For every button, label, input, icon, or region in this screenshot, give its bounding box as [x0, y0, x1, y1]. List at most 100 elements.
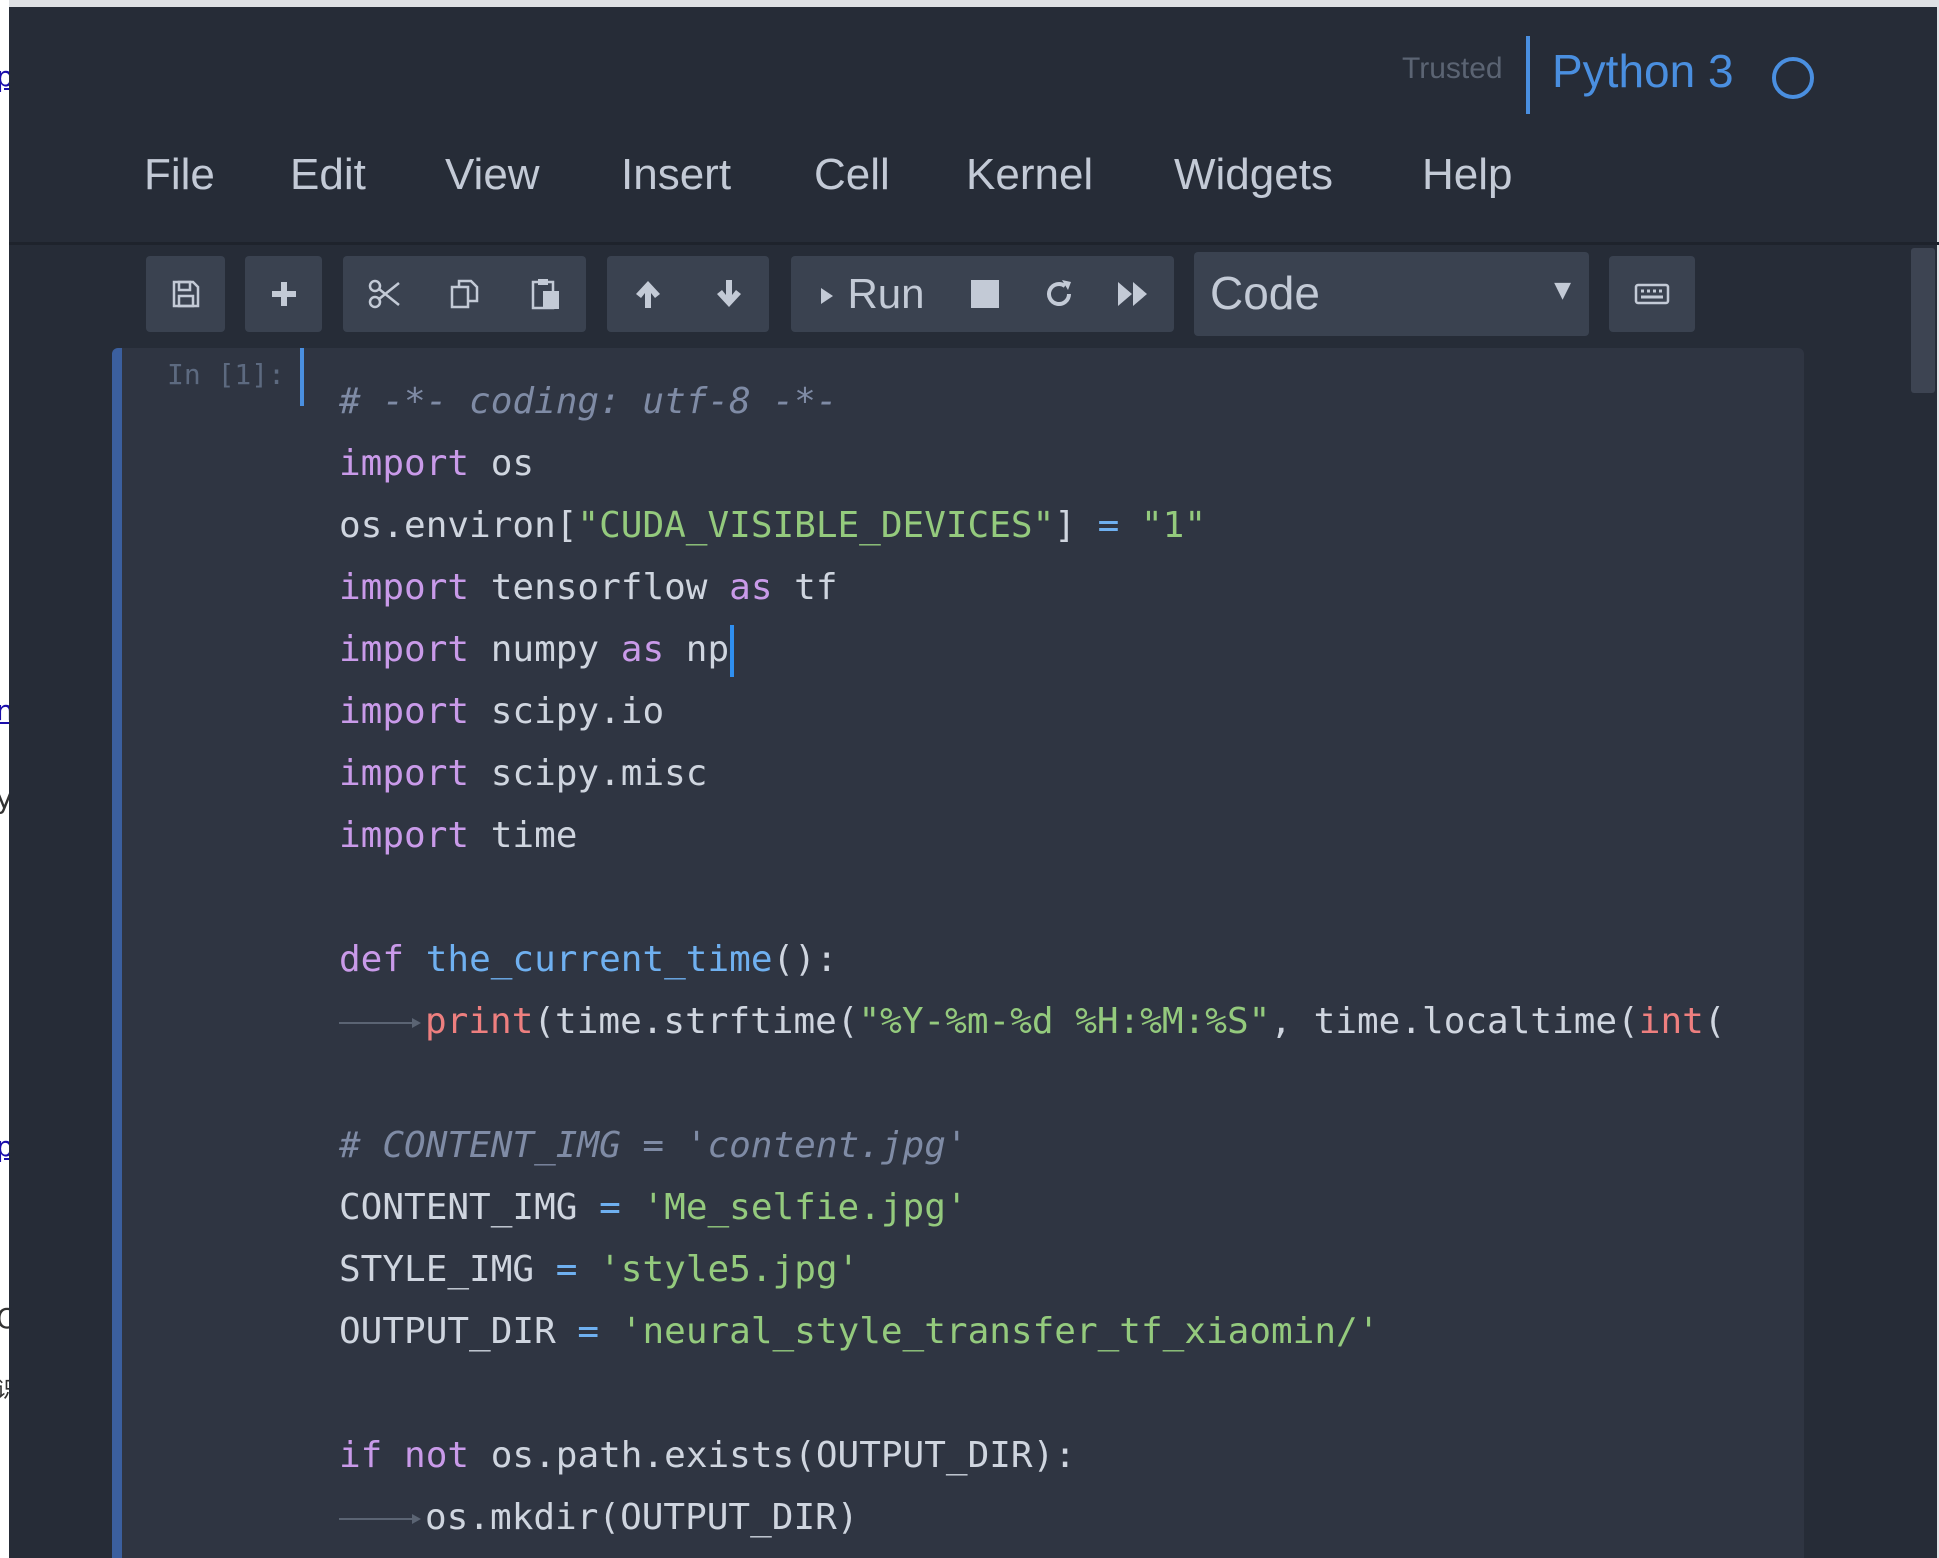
- background-text-fragment: y: [0, 782, 9, 815]
- menu-view[interactable]: View: [445, 150, 540, 200]
- code-text: ():: [772, 939, 838, 980]
- move-up-button[interactable]: [607, 256, 688, 332]
- cell-type-value: Code: [1210, 267, 1320, 319]
- code-keyword: as: [729, 567, 773, 608]
- code-comment: # -*- coding: utf-8 -*-: [339, 381, 838, 422]
- code-line: import time: [339, 805, 1725, 867]
- code-keyword: if: [339, 1435, 383, 1476]
- code-keyword: not: [404, 1435, 470, 1476]
- menu-insert[interactable]: Insert: [621, 150, 731, 200]
- copy-icon: [450, 279, 478, 309]
- code-line: # -*- coding: utf-8 -*-: [339, 371, 1725, 433]
- background-link-fragment[interactable]: p: [0, 1130, 9, 1163]
- menubar-divider: [9, 242, 1939, 245]
- insert-cell-button[interactable]: [245, 256, 322, 332]
- paste-button[interactable]: [505, 256, 586, 332]
- menu-widgets[interactable]: Widgets: [1174, 150, 1333, 200]
- code-string: 'style5.jpg': [599, 1249, 860, 1290]
- code-line: import os: [339, 433, 1725, 495]
- menu-file[interactable]: File: [144, 150, 215, 200]
- restart-run-all-icon: [1118, 282, 1147, 306]
- scrollbar-thumb[interactable]: [1911, 248, 1935, 393]
- code-string: 'neural_style_transfer_tf_xiaomin/': [620, 1311, 1380, 1352]
- menu-edit[interactable]: Edit: [290, 150, 366, 200]
- code-operator: =: [599, 1187, 621, 1228]
- toolbar-group-keyboard: [1609, 256, 1695, 332]
- toolbar-group-run: Run: [791, 256, 1174, 332]
- code-line: print(time.strftime("%Y-%m-%d %H:%M:%S",…: [339, 991, 1725, 1053]
- code-text: , time.localtime(: [1270, 1001, 1639, 1042]
- background-text-fragment: O: [0, 1302, 9, 1335]
- scrollbar-track[interactable]: [1909, 248, 1935, 1558]
- keyboard-icon: [1634, 283, 1670, 305]
- code-keyword: as: [620, 629, 665, 670]
- code-keyword: import: [339, 815, 470, 856]
- code-line: import numpy as np: [339, 619, 1725, 681]
- menu-cell[interactable]: Cell: [814, 150, 890, 200]
- restart-button[interactable]: [1025, 256, 1093, 332]
- code-builtin: int: [1638, 1001, 1704, 1042]
- chevron-down-icon: ▼: [1554, 278, 1571, 303]
- menu-help[interactable]: Help: [1422, 150, 1513, 200]
- code-operator: =: [555, 1249, 578, 1290]
- kernel-divider: [1526, 36, 1530, 114]
- move-down-button[interactable]: [688, 256, 769, 332]
- notebook-window: Trusted Python 3 File Edit View Insert C…: [9, 0, 1939, 1558]
- save-button[interactable]: [146, 256, 225, 332]
- interrupt-icon: [971, 280, 999, 308]
- trusted-indicator[interactable]: Trusted: [1402, 52, 1503, 86]
- code-keyword: import: [339, 629, 470, 670]
- command-palette-button[interactable]: [1609, 256, 1695, 332]
- background-page-strip: p n y p O 识: [0, 0, 9, 1558]
- kernel-idle-circle-icon: [1772, 57, 1814, 99]
- menu-kernel[interactable]: Kernel: [966, 150, 1093, 200]
- run-label: Run: [847, 270, 925, 317]
- code-builtin: print: [425, 1001, 534, 1042]
- code-text: os.path.exists(OUTPUT_DIR):: [469, 1435, 1076, 1476]
- code-editor[interactable]: # -*- coding: utf-8 -*- import os os.env…: [339, 371, 1725, 1549]
- code-operator: =: [1097, 505, 1120, 546]
- background-link-fragment[interactable]: n: [0, 694, 9, 727]
- code-text: ]: [1054, 505, 1098, 546]
- cut-button[interactable]: [343, 256, 424, 332]
- run-icon: [821, 288, 834, 304]
- code-line: os.mkdir(OUTPUT_DIR): [339, 1487, 1725, 1549]
- code-string: "%Y-%m-%d %H:%M:%S": [858, 1001, 1271, 1042]
- interrupt-button[interactable]: [951, 256, 1019, 332]
- code-string: "1": [1140, 505, 1207, 546]
- code-line: CONTENT_IMG = 'Me_selfie.jpg': [339, 1177, 1725, 1239]
- code-text: os: [469, 443, 535, 484]
- restart-run-all-button[interactable]: [1099, 256, 1167, 332]
- code-text: CONTENT_IMG: [339, 1187, 600, 1228]
- code-line: os.environ["CUDA_VISIBLE_DEVICES"] = "1": [339, 495, 1725, 557]
- code-line: import tensorflow as tf: [339, 557, 1725, 619]
- run-button[interactable]: Run: [801, 256, 941, 332]
- insert-cell-icon: [271, 282, 296, 306]
- background-link-fragment[interactable]: p: [0, 60, 9, 93]
- code-text: tf: [772, 567, 838, 608]
- cell-selected-indicator: [112, 348, 122, 1558]
- code-keyword: def: [339, 939, 405, 980]
- cell-type-select[interactable]: Code ▼: [1194, 252, 1589, 336]
- code-text: (: [1703, 1001, 1726, 1042]
- paste-icon: [531, 279, 559, 310]
- cell-prompt: In [1]:: [167, 358, 286, 391]
- code-text: os.mkdir(OUTPUT_DIR): [425, 1497, 859, 1538]
- code-string: 'Me_selfie.jpg': [642, 1187, 968, 1228]
- toolbar-group-edit: [343, 256, 586, 332]
- text-cursor: [730, 625, 735, 677]
- window-top-edge: [9, 0, 1939, 7]
- code-line: import scipy.misc: [339, 743, 1725, 805]
- kernel-name[interactable]: Python 3: [1552, 44, 1734, 98]
- restart-icon: [1047, 280, 1071, 306]
- copy-button[interactable]: [424, 256, 505, 332]
- code-keyword: import: [339, 443, 470, 484]
- code-text: STYLE_IMG: [339, 1249, 556, 1290]
